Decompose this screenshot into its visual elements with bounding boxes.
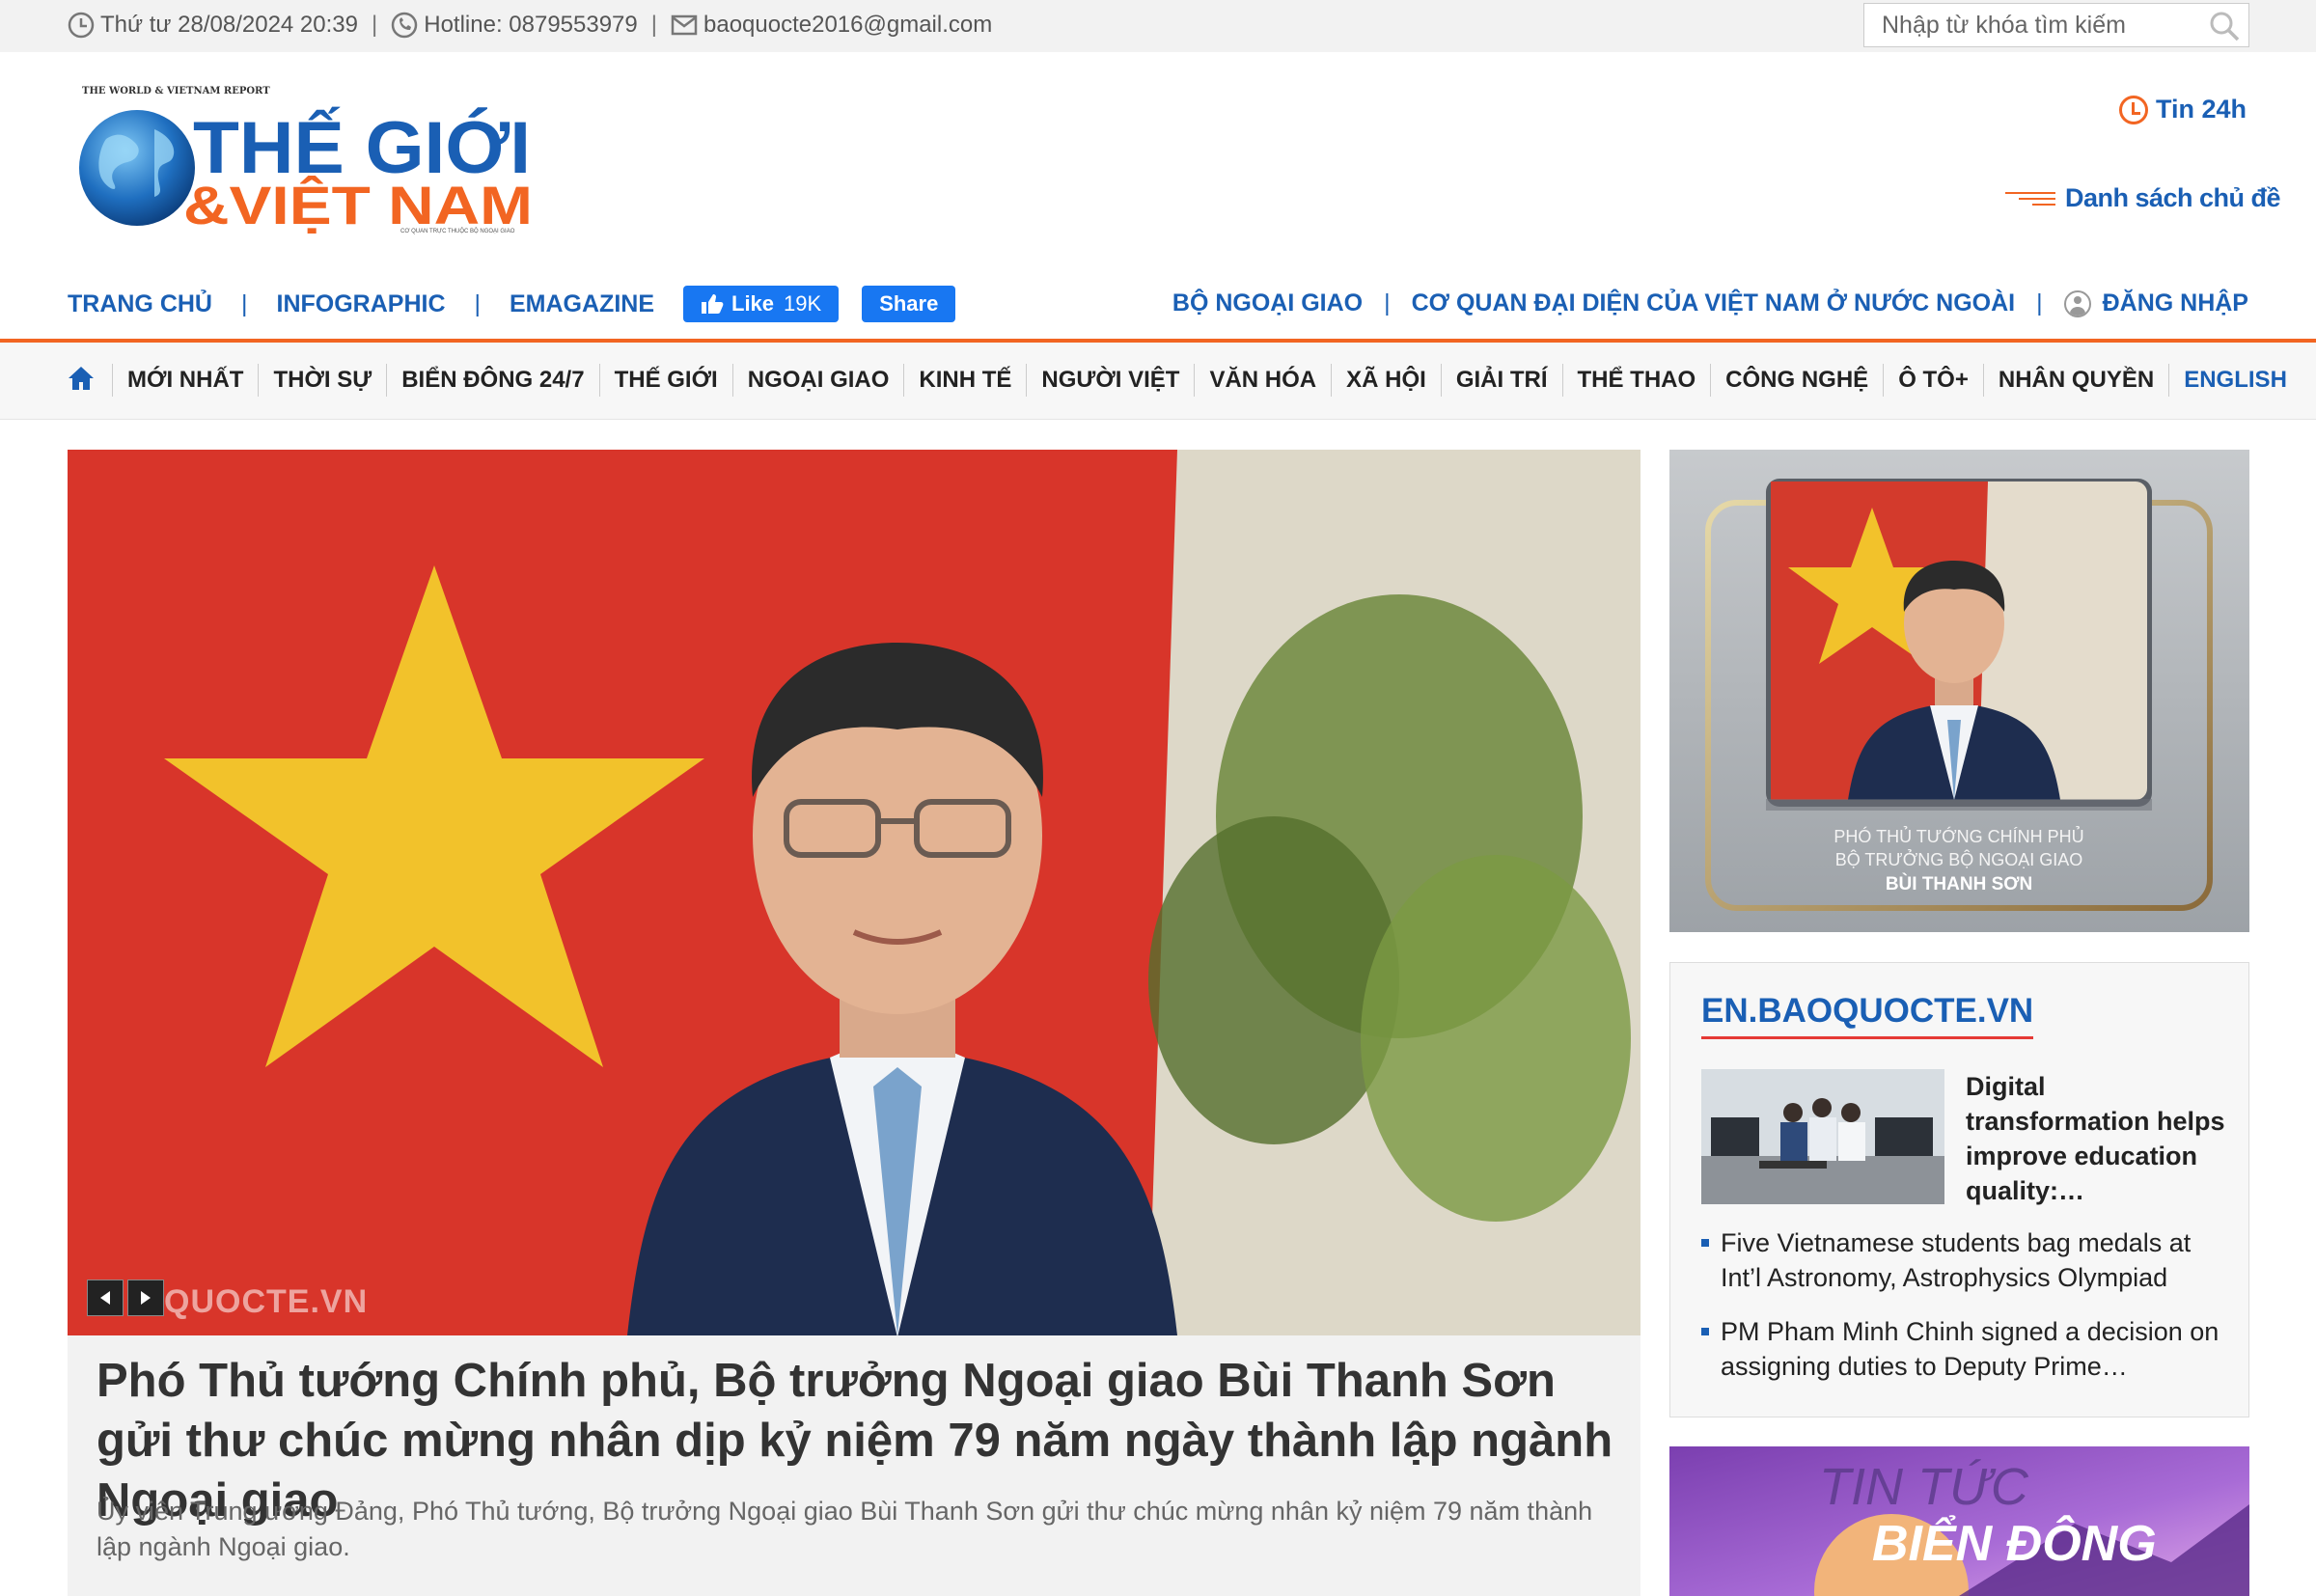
nav-item-sports[interactable]: THỂ THAO	[1561, 364, 1711, 397]
email-link[interactable]: baoquocte2016@gmail.com	[703, 12, 992, 39]
featured-thumbnail[interactable]	[1701, 1069, 1944, 1204]
english-news-list: Five Vietnamese students bag medals at I…	[1701, 1225, 2232, 1403]
nav-item-economy[interactable]: KINH TẾ	[903, 364, 1026, 397]
search-input[interactable]	[1864, 4, 2192, 46]
top-meta: Thứ tư 28/08/2024 20:39 | Hotline: 08795…	[68, 12, 992, 39]
portrait-caption-3: BÙI THANH SƠN	[1886, 873, 2032, 894]
nav-item-latest[interactable]: MỚI NHẤT	[112, 364, 258, 397]
portrait-graphic: PHÓ THỦ TƯỚNG CHÍNH PHỦ BỘ TRƯỞNG BỘ NGO…	[1669, 450, 2249, 932]
prev-arrow-icon[interactable]	[87, 1280, 124, 1316]
clock-icon	[68, 12, 95, 39]
hotline[interactable]: Hotline: 0879553979	[424, 12, 638, 39]
mail-icon	[671, 14, 698, 36]
search-box	[1863, 3, 2249, 47]
fb-like-count: 19K	[784, 291, 822, 316]
menu-lines-icon	[2005, 188, 2055, 209]
featured-headline[interactable]: Digital transformation helps improve edu…	[1966, 1069, 2226, 1208]
nav-representative-agencies[interactable]: CƠ QUAN ĐẠI DIỆN CỦA VIỆT NAM Ở NƯỚC NGO…	[1412, 289, 2015, 317]
list-item[interactable]: Five Vietnamese students bag medals at I…	[1701, 1225, 2232, 1295]
topic-list-link[interactable]: Danh sách chủ đề	[2005, 183, 2281, 213]
facebook-buttons: Like 19K Share	[683, 286, 979, 322]
right-nav: BỘ NGOẠI GIAO | CƠ QUAN ĐẠI DIỆN CỦA VIỆ…	[1172, 289, 2248, 317]
tin24-link[interactable]: Tin 24h	[2119, 95, 2247, 124]
nav-item-english[interactable]: ENGLISH	[2168, 364, 2302, 397]
site-logo[interactable]: THE WORLD & VIETNAM REPORT THẾ GIỚI &VIỆ…	[68, 81, 540, 235]
divider: |	[372, 12, 378, 38]
divider: |	[241, 289, 248, 317]
banner-line2: BIỂN ĐÔNG	[1872, 1515, 2157, 1572]
user-icon	[2063, 289, 2091, 317]
nav-home[interactable]: TRANG CHỦ	[68, 290, 212, 318]
nav-ministry[interactable]: BỘ NGOẠI GIAO	[1172, 289, 1363, 317]
hero-summary: Ủy viên Trung ương Đảng, Phó Thủ tướng, …	[96, 1497, 1593, 1561]
fb-like-button[interactable]: Like 19K	[683, 286, 840, 322]
hero-photo	[68, 450, 1640, 1335]
phone-icon	[391, 12, 418, 39]
nav-item-diplomacy[interactable]: NGOẠI GIAO	[731, 364, 904, 397]
hero-article: QUOCTE.VN Phó Thủ tướng Chính phủ, Bộ tr…	[68, 450, 1640, 1596]
portrait-caption-2: BỘ TRƯỞNG BỘ NGOẠI GIAO	[1835, 849, 2083, 869]
classroom-photo	[1701, 1069, 1944, 1204]
photo-watermark: QUOCTE.VN	[164, 1283, 369, 1320]
login-link[interactable]: ĐĂNG NHẬP	[2103, 289, 2248, 317]
divider: |	[1384, 289, 1391, 316]
nav-item-east-sea[interactable]: BIỂN ĐÔNG 24/7	[386, 364, 598, 397]
banner-graphic: TIN TỨC BIỂN ĐÔNG	[1669, 1446, 2249, 1596]
secondary-nav: TRANG CHỦ | INFOGRAPHIC | EMAGAZINE Like…	[68, 286, 979, 322]
nav-home-icon[interactable]	[68, 364, 112, 397]
logo-tagline: THE WORLD & VIETNAM REPORT	[82, 86, 270, 96]
tin24-label: Tin 24h	[2156, 95, 2247, 124]
nav-item-auto[interactable]: Ô TÔ+	[1883, 364, 1983, 397]
globe-icon	[79, 110, 195, 226]
nav-item-current-affairs[interactable]: THỜI SỰ	[258, 364, 386, 397]
home-icon	[69, 367, 94, 390]
divider: |	[474, 289, 482, 317]
topic-list-label: Danh sách chủ đề	[2065, 183, 2281, 212]
next-arrow-icon[interactable]	[127, 1280, 164, 1316]
nav-item-world[interactable]: THẾ GIỚI	[598, 364, 732, 397]
english-news-box: EN.BAOQUOCTE.VN Digital transformation h…	[1669, 962, 2249, 1417]
nav-item-society[interactable]: XÃ HỘI	[1331, 364, 1441, 397]
east-sea-banner[interactable]: TIN TỨC BIỂN ĐÔNG	[1669, 1446, 2249, 1596]
nav-item-technology[interactable]: CÔNG NGHỆ	[1710, 364, 1883, 397]
portrait-card[interactable]: PHÓ THỦ TƯỚNG CHÍNH PHỦ BỘ TRƯỞNG BỘ NGO…	[1669, 450, 2249, 932]
fb-share-button[interactable]: Share	[862, 286, 956, 322]
nav-item-human-rights[interactable]: NHÂN QUYỀN	[1982, 364, 2168, 397]
search-icon[interactable]	[2208, 10, 2241, 42]
slider-controls	[87, 1280, 168, 1316]
portrait-caption-1: PHÓ THỦ TƯỚNG CHÍNH PHỦ	[1834, 826, 2083, 846]
logo-subline: CƠ QUAN TRỰC THUỘC BỘ NGOẠI GIAO	[400, 228, 515, 234]
fb-like-label: Like	[731, 291, 775, 316]
nav-item-vietnamese[interactable]: NGƯỜI VIỆT	[1026, 364, 1194, 397]
clock-24-icon	[2119, 95, 2148, 124]
nav-infographic[interactable]: INFOGRAPHIC	[277, 290, 446, 318]
divider: |	[650, 12, 657, 38]
logo-line2: &VIỆT NAM	[183, 175, 533, 235]
list-item[interactable]: PM Pham Minh Chinh signed a decision on …	[1701, 1314, 2232, 1384]
nav-emagazine[interactable]: EMAGAZINE	[510, 290, 654, 318]
fb-share-label: Share	[879, 291, 939, 316]
nav-item-culture[interactable]: VĂN HÓA	[1194, 364, 1331, 397]
date-time: Thứ tư 28/08/2024 20:39	[100, 12, 358, 38]
banner-line1: TIN TỨC	[1819, 1458, 2029, 1516]
english-site-heading[interactable]: EN.BAOQUOCTE.VN	[1701, 992, 2034, 1039]
nav-item-entertainment[interactable]: GIẢI TRÍ	[1440, 364, 1562, 397]
hero-image[interactable]	[68, 450, 1640, 1335]
main-nav: MỚI NHẤT THỜI SỰ BIỂN ĐÔNG 24/7 THẾ GIỚI…	[0, 343, 2316, 420]
thumbs-up-icon	[702, 294, 724, 314]
divider: |	[2036, 289, 2043, 316]
top-bar: Thứ tư 28/08/2024 20:39 | Hotline: 08795…	[0, 0, 2316, 52]
